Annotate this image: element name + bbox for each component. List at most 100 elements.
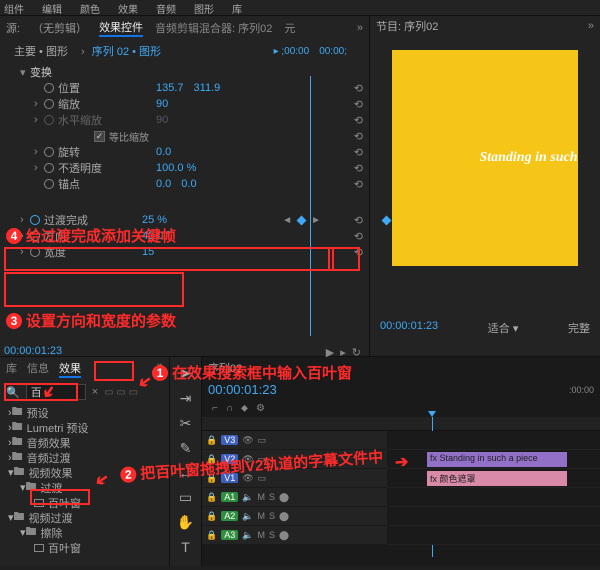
lock-icon[interactable]: 🔒 xyxy=(206,492,217,503)
snap-icon[interactable]: ⌐ xyxy=(212,403,218,414)
reset-icon[interactable]: ⟲ xyxy=(354,214,363,227)
stopwatch-icon[interactable] xyxy=(44,179,54,189)
zoom-fit-dropdown[interactable]: 适合 ▾ xyxy=(488,320,519,336)
lock-icon[interactable]: 🔒 xyxy=(206,511,217,522)
reset-icon[interactable]: ⟲ xyxy=(354,82,363,95)
reset-icon[interactable]: ⟲ xyxy=(354,130,363,143)
keyframe-nav[interactable]: ◄ ► xyxy=(282,215,321,226)
reset-icon[interactable]: ⟲ xyxy=(354,246,363,259)
menu-item[interactable]: 图形 xyxy=(194,1,214,14)
eye-icon[interactable]: 👁 xyxy=(242,473,253,484)
marker-icon[interactable]: ⬥ xyxy=(241,403,248,414)
settings-icon[interactable]: ⚙ xyxy=(256,403,265,414)
stopwatch-icon[interactable] xyxy=(44,147,54,157)
panel-menu-icon[interactable]: » xyxy=(357,22,363,34)
slip-tool-icon[interactable]: ↔ xyxy=(179,465,193,481)
keyframe-diamond-icon[interactable] xyxy=(297,215,307,225)
effect-blinds[interactable]: 百叶窗 xyxy=(4,495,165,510)
mic-icon[interactable]: ⬤ xyxy=(279,492,289,503)
hand-tool-icon[interactable]: ✋ xyxy=(177,514,194,531)
tab-info[interactable]: 信息 xyxy=(27,360,49,378)
panel-menu-icon[interactable]: » xyxy=(588,20,594,32)
menu-item[interactable]: 编辑 xyxy=(42,1,62,14)
ripple-tool-icon[interactable]: ✂ xyxy=(180,415,192,432)
reset-icon[interactable]: ⟲ xyxy=(354,146,363,159)
prop-anchor[interactable]: 锚点 0.0 0.0 ⟲ xyxy=(0,176,369,192)
menu-item[interactable]: 效果 xyxy=(118,1,138,14)
stopwatch-icon[interactable] xyxy=(30,215,40,225)
track-header-a2[interactable]: 🔒A2🔈MS⬤ xyxy=(202,507,387,526)
clip-color-matte[interactable]: fx 颜色遮罩 xyxy=(427,471,567,486)
eye-icon[interactable]: 👁 xyxy=(242,454,253,465)
selection-tool-icon[interactable]: ➤ xyxy=(180,365,192,382)
effect-playhead-timecode[interactable]: 00:00:01:23 xyxy=(4,345,62,357)
tab-metadata[interactable]: 元 xyxy=(284,20,295,36)
razor-tool-icon[interactable]: ✎ xyxy=(180,440,192,457)
search-input[interactable] xyxy=(26,384,86,400)
track-header-v1[interactable]: 🔒V1👁▭ xyxy=(202,469,387,488)
folder-audio-transitions[interactable]: ›🖿音频过渡 xyxy=(4,450,165,465)
timeline-ruler[interactable] xyxy=(202,417,600,431)
filter-icon[interactable]: ▭ ▭ ▭ xyxy=(104,387,138,398)
track-header-a3[interactable]: 🔒A3🔈MS⬤ xyxy=(202,526,387,545)
prop-transition-complete[interactable]: › 过渡完成 25 % ◄ ► ⟲ xyxy=(0,212,369,228)
menu-item[interactable]: 组件 xyxy=(4,1,24,14)
stopwatch-icon[interactable] xyxy=(44,83,54,93)
reset-icon[interactable]: ⟲ xyxy=(354,162,363,175)
type-tool-icon[interactable]: T xyxy=(181,539,190,555)
prop-scale[interactable]: › 缩放 90 ⟲ xyxy=(0,96,369,112)
clear-search-icon[interactable]: × xyxy=(92,386,98,398)
reset-icon[interactable]: ⟲ xyxy=(354,230,363,243)
prop-hscale[interactable]: › 水平缩放 90 ⟲ xyxy=(0,112,369,128)
link-icon[interactable]: ∩ xyxy=(226,403,233,414)
prop-direction[interactable]: › 方向 42.0 ° ⟲ xyxy=(0,228,369,244)
folder-audio-fx[interactable]: ›🖿音频效果 xyxy=(4,435,165,450)
panel-menu-icon[interactable]: » xyxy=(157,360,163,378)
track-select-tool-icon[interactable]: ⇥ xyxy=(180,390,192,407)
mute-icon[interactable]: 🔈 xyxy=(242,492,253,503)
tab-library[interactable]: 库 xyxy=(6,360,17,378)
menu-item[interactable]: 库 xyxy=(232,1,242,14)
folder-presets[interactable]: ›🖿预设 xyxy=(4,405,165,420)
stopwatch-icon[interactable] xyxy=(30,247,40,257)
tab-effects[interactable]: 效果 xyxy=(59,360,81,378)
reset-icon[interactable]: ⟲ xyxy=(354,178,363,191)
menu-item[interactable]: 音频 xyxy=(156,1,176,14)
track-header-v2[interactable]: 🔒V2👁▭ xyxy=(202,450,387,469)
track-content[interactable]: fx Standing in such a piece fx 颜色遮罩 xyxy=(387,431,600,545)
prop-opacity[interactable]: › 不透明度 100.0 % ⟲ xyxy=(0,160,369,176)
video-preview[interactable]: Standing in such a xyxy=(392,50,578,266)
lock-icon[interactable]: 🔒 xyxy=(206,473,217,484)
pen-tool-icon[interactable]: ▭ xyxy=(179,489,192,506)
stopwatch-icon[interactable] xyxy=(44,99,54,109)
folder-wipe[interactable]: ▾🖿擦除 xyxy=(4,525,165,540)
reset-icon[interactable]: ⟲ xyxy=(354,98,363,111)
prop-width[interactable]: › 宽度 15 ⟲ xyxy=(0,244,369,260)
prop-position[interactable]: 位置 135.7 311.9 ⟲ xyxy=(0,80,369,96)
effect-mini-timeline[interactable]: ▸ ;00:00 00:00; xyxy=(268,44,363,59)
lock-icon[interactable]: 🔒 xyxy=(206,435,217,446)
program-tab[interactable]: 节目: 序列02 xyxy=(376,18,438,34)
track-header-a1[interactable]: 🔒A1🔈MS⬤ xyxy=(202,488,387,507)
transform-section[interactable]: ▾ 变换 xyxy=(0,64,369,80)
clip-subtitle[interactable]: fx Standing in such a piece xyxy=(427,452,567,467)
lock-icon[interactable]: 🔒 xyxy=(206,530,217,541)
timeline-timecode[interactable]: 00:00:01:23 xyxy=(208,382,277,397)
effect-blinds-wipe[interactable]: 百叶窗 xyxy=(4,540,165,555)
playhead-line[interactable] xyxy=(310,76,311,336)
tab-effect-controls[interactable]: 效果控件 xyxy=(99,19,143,37)
collapse-icon[interactable]: ▾ xyxy=(20,66,30,79)
program-timecode[interactable]: 00:00:01:23 xyxy=(380,320,438,336)
stopwatch-icon[interactable] xyxy=(44,163,54,173)
folder-transition[interactable]: ▾🖿过渡 xyxy=(4,480,165,495)
stopwatch-icon[interactable] xyxy=(30,231,40,241)
menu-item[interactable]: 颜色 xyxy=(80,1,100,14)
folder-lumetri[interactable]: ›🖿Lumetri 预设 xyxy=(4,420,165,435)
track-header-v3[interactable]: 🔒V3👁▭ xyxy=(202,431,387,450)
prop-rotation[interactable]: › 旋转 0.0 ⟲ xyxy=(0,144,369,160)
tab-audio-mixer[interactable]: 音频剪辑混合器: 序列02 xyxy=(155,20,272,36)
resolution-dropdown[interactable]: 完整 xyxy=(568,320,590,336)
lock-icon[interactable]: 🔒 xyxy=(206,454,217,465)
sequence-name[interactable]: 序列02 xyxy=(208,360,242,376)
eye-icon[interactable]: 👁 xyxy=(242,435,253,446)
